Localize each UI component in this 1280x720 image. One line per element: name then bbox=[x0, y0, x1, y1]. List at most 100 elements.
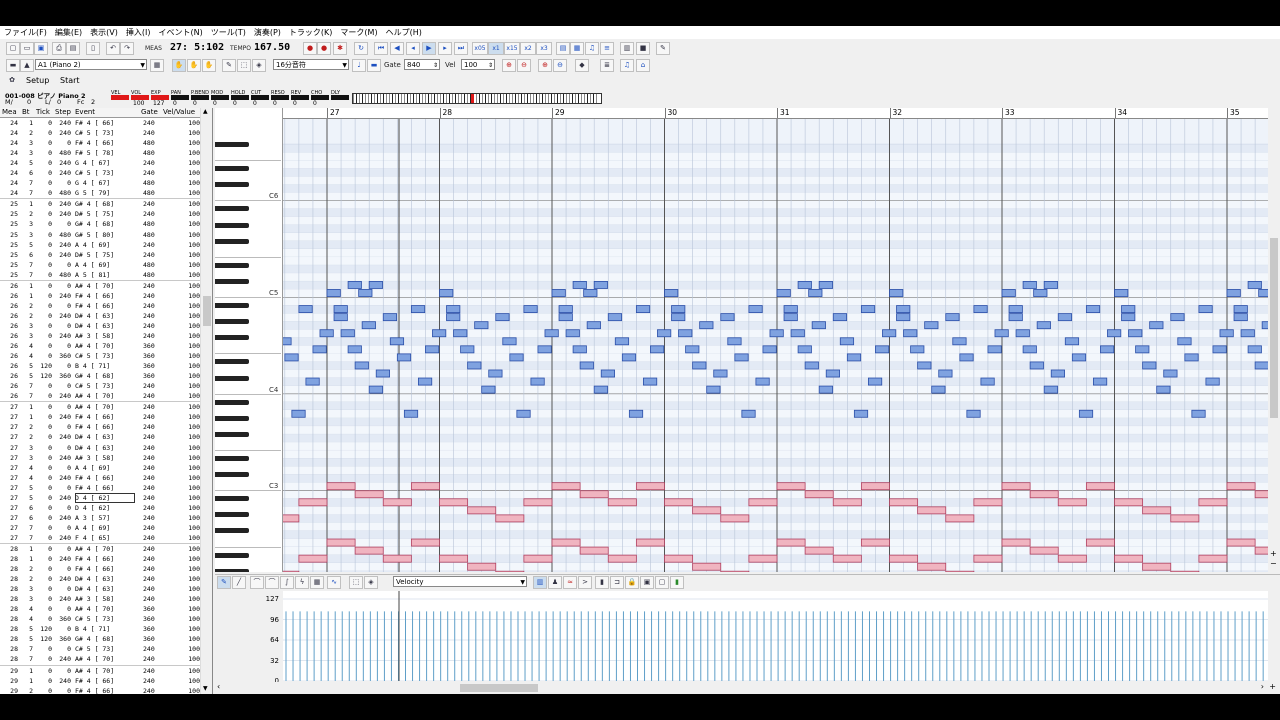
note-block[interactable] bbox=[382, 498, 412, 507]
table-row[interactable]: 26 3 0 0 D# 4 [ 63] 240 100 bbox=[0, 321, 200, 331]
note-block[interactable] bbox=[882, 329, 897, 338]
note-block[interactable] bbox=[748, 498, 778, 507]
note-block[interactable] bbox=[1142, 361, 1157, 370]
hand3-tool-icon[interactable]: ✋ bbox=[202, 59, 216, 72]
note-block[interactable] bbox=[671, 305, 686, 314]
table-row[interactable]: 29 2 0 0 F# 4 [ 66] 240 100 bbox=[0, 686, 200, 694]
select-icon[interactable]: ⬚ bbox=[349, 576, 363, 589]
note-block[interactable] bbox=[994, 329, 1009, 338]
note-block[interactable] bbox=[889, 554, 919, 563]
zoom-in-icon[interactable]: ⊕ bbox=[502, 59, 516, 72]
zoom-plus-icon[interactable]: + bbox=[1269, 682, 1276, 691]
zoom-minus-icon[interactable]: − bbox=[1270, 559, 1277, 568]
table-row[interactable]: 24 5 0 240 G 4 [ 67] 240 100 bbox=[0, 158, 200, 168]
note-block[interactable] bbox=[1085, 482, 1115, 491]
redo-icon[interactable]: ↷ bbox=[120, 42, 134, 55]
note-block[interactable] bbox=[643, 377, 658, 386]
note-block[interactable] bbox=[439, 289, 454, 297]
note-block[interactable] bbox=[804, 361, 819, 370]
note-block[interactable] bbox=[664, 289, 679, 297]
black-key[interactable] bbox=[215, 262, 249, 268]
note-block[interactable] bbox=[804, 546, 834, 555]
table-row[interactable]: 27 2 0 240 D# 4 [ 63] 240 100 bbox=[0, 432, 200, 442]
note-block[interactable] bbox=[931, 385, 946, 394]
note-block[interactable] bbox=[720, 570, 750, 572]
speed-button-x3[interactable]: x3 bbox=[536, 42, 552, 55]
black-key[interactable] bbox=[215, 512, 249, 518]
note-block[interactable] bbox=[734, 353, 749, 362]
note-block[interactable] bbox=[748, 554, 778, 563]
note-block[interactable] bbox=[825, 369, 840, 378]
note-block[interactable] bbox=[1135, 345, 1150, 354]
meter-icon[interactable]: ▮ bbox=[595, 576, 609, 589]
black-key[interactable] bbox=[215, 375, 249, 381]
param-select[interactable]: Velocity ▼ bbox=[393, 576, 527, 587]
note-block[interactable] bbox=[755, 377, 770, 386]
note-block[interactable] bbox=[1022, 281, 1037, 289]
start-button[interactable]: Start bbox=[60, 76, 80, 85]
note-length-icon[interactable]: ♩ bbox=[352, 59, 366, 72]
note-block[interactable] bbox=[811, 321, 826, 330]
pencil-tool-icon[interactable]: ✎ bbox=[222, 59, 236, 72]
black-key[interactable] bbox=[215, 472, 249, 478]
forward-end-icon[interactable]: ⏭ bbox=[454, 42, 468, 55]
note-block[interactable] bbox=[319, 329, 334, 338]
note-block[interactable] bbox=[1093, 377, 1108, 386]
note-block[interactable] bbox=[333, 313, 348, 322]
note-block[interactable] bbox=[474, 321, 489, 330]
note-block[interactable] bbox=[678, 329, 693, 338]
note-block[interactable] bbox=[586, 321, 601, 330]
black-key[interactable] bbox=[215, 303, 249, 309]
note-block[interactable] bbox=[1008, 313, 1023, 322]
note-block[interactable] bbox=[326, 538, 356, 547]
note-block[interactable] bbox=[298, 498, 328, 507]
note-block[interactable] bbox=[664, 498, 694, 507]
note-block[interactable] bbox=[1036, 321, 1051, 330]
table-row[interactable]: 27 1 0 240 F# 4 [ 66] 240 100 bbox=[0, 412, 200, 422]
note-block[interactable] bbox=[692, 562, 722, 571]
note-block[interactable] bbox=[1085, 538, 1115, 547]
table-row[interactable]: 27 4 0 0 A 4 [ 69] 240 100 bbox=[0, 463, 200, 473]
menu-item-2[interactable]: 表示(V) bbox=[86, 26, 122, 39]
note-block[interactable] bbox=[1233, 313, 1248, 322]
note-block[interactable] bbox=[432, 329, 447, 338]
measure-number[interactable]: 29 bbox=[555, 108, 565, 118]
note-block[interactable] bbox=[1022, 345, 1037, 354]
position-display[interactable]: 27: 5:102 bbox=[170, 42, 224, 53]
note-block[interactable] bbox=[860, 305, 876, 314]
note-block[interactable] bbox=[910, 345, 925, 354]
note-block[interactable] bbox=[664, 554, 694, 563]
note-block[interactable] bbox=[1254, 361, 1268, 370]
table-row[interactable]: 28 1 0 0 A# 4 [ 70] 240 100 bbox=[0, 542, 200, 554]
note-block[interactable] bbox=[565, 329, 580, 338]
instrument-icon[interactable]: ▲ bbox=[20, 59, 34, 72]
note-block[interactable] bbox=[530, 377, 545, 386]
note-block[interactable] bbox=[720, 514, 750, 523]
note-block[interactable] bbox=[832, 313, 848, 322]
open-folder-icon[interactable]: ▭ bbox=[20, 42, 34, 55]
note-block[interactable] bbox=[1247, 281, 1262, 289]
record-icon[interactable]: ● bbox=[303, 42, 317, 55]
tempo-display[interactable]: 167.50 bbox=[254, 42, 290, 53]
note-block[interactable] bbox=[1121, 305, 1136, 314]
piano-roll-canvas[interactable] bbox=[283, 119, 1268, 572]
note-block[interactable] bbox=[903, 329, 918, 338]
random-icon[interactable]: ϟ bbox=[295, 576, 309, 589]
note-block[interactable] bbox=[846, 353, 862, 362]
note-block[interactable] bbox=[1114, 554, 1144, 563]
menu-item-6[interactable]: 演奏(P) bbox=[250, 26, 285, 39]
note-block[interactable] bbox=[671, 313, 686, 322]
note-block[interactable] bbox=[868, 377, 883, 386]
menu-item-9[interactable]: ヘルプ(H) bbox=[382, 26, 426, 39]
note-block[interactable] bbox=[628, 409, 644, 418]
note-block[interactable] bbox=[1078, 409, 1094, 418]
black-key[interactable] bbox=[215, 399, 249, 405]
note-block[interactable] bbox=[973, 305, 988, 314]
note-block[interactable] bbox=[1008, 305, 1023, 314]
black-key[interactable] bbox=[215, 222, 249, 228]
note-block[interactable] bbox=[509, 353, 524, 362]
note-block[interactable] bbox=[650, 345, 665, 354]
note-block[interactable] bbox=[832, 554, 862, 563]
hscroll-thumb[interactable] bbox=[460, 684, 538, 692]
table-row[interactable]: 28 5 120 0 B 4 [ 71] 360 100 bbox=[0, 624, 200, 634]
